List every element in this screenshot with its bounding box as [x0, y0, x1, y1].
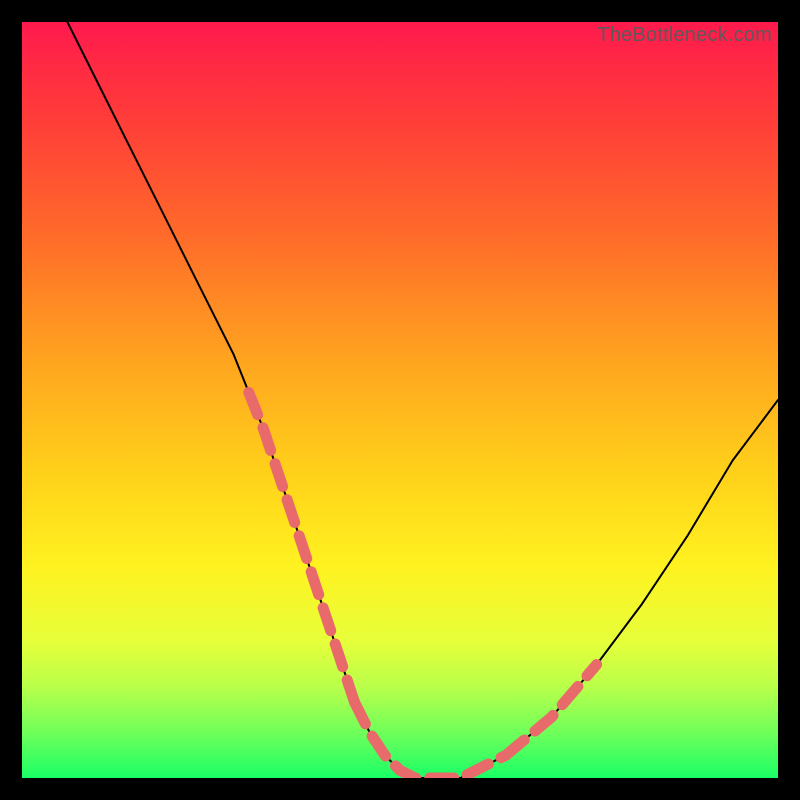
bottleneck-curve [67, 22, 778, 778]
right-rise-dashed [506, 665, 597, 756]
plot-area: TheBottleneck.com [22, 22, 778, 778]
watermark-label: TheBottleneck.com [597, 24, 772, 47]
left-descent-dashed [249, 392, 355, 702]
chart-frame: TheBottleneck.com [0, 0, 800, 800]
curve-svg [22, 22, 778, 778]
valley-dashed [355, 702, 506, 778]
